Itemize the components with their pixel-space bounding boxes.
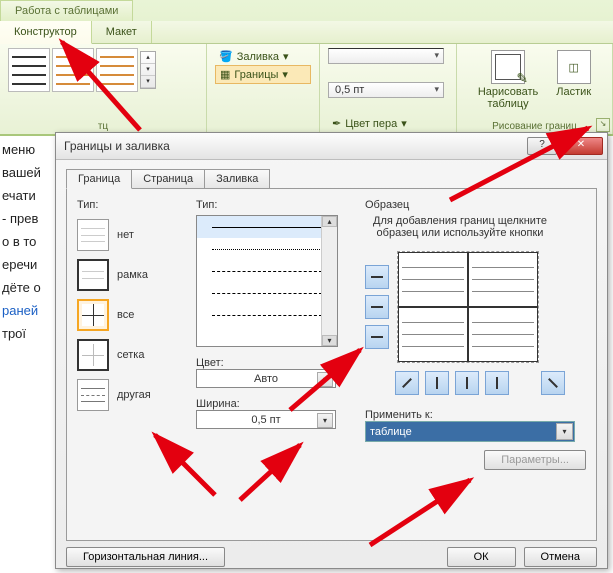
group-draw-borders: ✎ Нарисовать таблицу ◫ Ластик Рисование … <box>457 44 613 134</box>
color-value: Авто <box>254 373 278 385</box>
ribbon-body: ▴▾▾ тц 🪣 Заливка ▾ ▦ Границы ▾ 0,5 пт ✒ … <box>0 44 613 135</box>
dialog-footer: Горизонтальная линия... ОК Отмена <box>56 541 607 573</box>
type-box-icon <box>77 259 109 291</box>
borders-label: Границы <box>234 69 278 81</box>
dialog-titlebar[interactable]: Границы и заливка ? ✕ <box>56 133 607 160</box>
width-value: 0,5 пт <box>251 414 280 426</box>
border-right-button[interactable] <box>485 371 509 395</box>
apply-value: таблице <box>370 426 412 438</box>
type-none-icon <box>77 219 109 251</box>
pen-color-button[interactable]: ✒ Цвет пера ▾ <box>328 115 448 132</box>
pen-color-label: Цвет пера <box>345 118 397 130</box>
preview-h-buttons <box>365 265 389 349</box>
eraser-icon: ◫ <box>557 50 591 84</box>
gallery-spinner[interactable]: ▴▾▾ <box>140 51 156 89</box>
ribbon-tabs: Конструктор Макет <box>0 21 613 44</box>
dialog-tab-border[interactable]: Граница <box>66 169 132 189</box>
group-label-draw: Рисование границ <box>492 121 577 132</box>
border-diag-up-button[interactable] <box>541 371 565 395</box>
style-column: Тип: Цвет: Авто Ширина: 0,5 пт <box>196 199 351 530</box>
style-thumb[interactable] <box>52 48 94 92</box>
group-shading-borders: 🪣 Заливка ▾ ▦ Границы ▾ <box>207 44 320 134</box>
preview-box[interactable] <box>397 251 539 363</box>
apply-label: Применить к: <box>365 409 586 421</box>
type-all[interactable]: все <box>77 299 182 331</box>
pen-weight-dropdown[interactable]: 0,5 пт <box>328 82 444 98</box>
border-middle-button[interactable] <box>365 295 389 319</box>
pen-icon: ✒ <box>332 117 341 130</box>
line-style-listbox[interactable] <box>196 215 338 347</box>
ribbon: Работа с таблицами Конструктор Макет ▴▾▾… <box>0 0 613 136</box>
pen-style-dropdown[interactable] <box>328 48 444 64</box>
preview-header: Образец <box>365 199 586 211</box>
dialog-launcher[interactable]: ↘ <box>596 118 610 132</box>
ok-button[interactable]: ОК <box>447 547 516 567</box>
preview-hint: Для добавления границ щелкните образец и… <box>365 215 555 239</box>
context-tab-table-tools: Работа с таблицами <box>0 0 133 21</box>
border-left-button[interactable] <box>425 371 449 395</box>
shading-label: Заливка <box>237 51 279 63</box>
eraser-button[interactable]: ◫ Ластик <box>550 48 597 112</box>
type-header: Тип: <box>77 199 182 211</box>
dialog-tab-fill[interactable]: Заливка <box>204 169 270 189</box>
draw-table-label: Нарисовать таблицу <box>478 86 538 110</box>
width-label: Ширина: <box>196 398 351 410</box>
type-box[interactable]: рамка <box>77 259 182 291</box>
cancel-button[interactable]: Отмена <box>524 547 597 567</box>
dialog-title: Границы и заливка <box>64 139 170 153</box>
grid-icon: ▦ <box>220 68 230 81</box>
border-diag-down-button[interactable] <box>395 371 419 395</box>
type-custom[interactable]: другая <box>77 379 182 411</box>
type-none[interactable]: нет <box>77 219 182 251</box>
close-button[interactable]: ✕ <box>559 137 603 155</box>
type-all-icon <box>77 299 109 331</box>
type-custom-label: другая <box>117 389 151 401</box>
border-bottom-button[interactable] <box>365 325 389 349</box>
dialog-panel: Тип: нет рамка все сетка <box>66 188 597 541</box>
tab-design[interactable]: Конструктор <box>0 21 92 44</box>
style-header: Тип: <box>196 199 351 211</box>
eraser-label: Ластик <box>556 86 591 98</box>
document-text: менювашейечати- прево в тоеречидёте оран… <box>0 138 57 345</box>
shading-button[interactable]: 🪣 Заливка ▾ <box>215 48 311 65</box>
draw-table-button[interactable]: ✎ Нарисовать таблицу <box>472 48 544 112</box>
type-grid[interactable]: сетка <box>77 339 182 371</box>
type-grid-label: сетка <box>117 349 144 361</box>
bucket-icon: 🪣 <box>219 50 233 63</box>
border-center-button[interactable] <box>455 371 479 395</box>
dialog-tab-page[interactable]: Страница <box>131 169 205 189</box>
type-none-label: нет <box>117 229 134 241</box>
borders-shading-dialog: Границы и заливка ? ✕ Граница Страница З… <box>55 132 608 569</box>
options-button[interactable]: Параметры... <box>484 450 586 470</box>
dialog-tabs: Граница Страница Заливка <box>66 168 607 188</box>
group-pen: 0,5 пт ✒ Цвет пера ▾ <box>320 44 457 134</box>
borders-button[interactable]: ▦ Границы ▾ <box>215 65 311 84</box>
listbox-scrollbar[interactable] <box>321 216 337 346</box>
type-column: Тип: нет рамка все сетка <box>77 199 182 530</box>
help-button[interactable]: ? <box>527 137 557 155</box>
type-box-label: рамка <box>117 269 148 281</box>
tab-layout[interactable]: Макет <box>92 21 152 43</box>
border-top-button[interactable] <box>365 265 389 289</box>
group-table-styles: ▴▾▾ тц <box>0 44 207 134</box>
draw-table-icon: ✎ <box>491 50 525 84</box>
preview-v-buttons <box>395 371 586 395</box>
type-custom-icon <box>77 379 109 411</box>
horizontal-line-button[interactable]: Горизонтальная линия... <box>66 547 225 567</box>
style-gallery[interactable]: ▴▾▾ <box>8 48 198 92</box>
type-grid-icon <box>77 339 109 371</box>
style-thumb[interactable] <box>8 48 50 92</box>
type-all-label: все <box>117 309 134 321</box>
preview-column: Образец Для добавления границ щелкните о… <box>365 199 586 530</box>
width-combo[interactable]: 0,5 пт <box>196 410 336 429</box>
color-label: Цвет: <box>196 357 351 369</box>
apply-to-combo[interactable]: таблице <box>365 421 575 442</box>
color-combo[interactable]: Авто <box>196 369 336 388</box>
group-label-styles: тц <box>8 121 198 132</box>
style-thumb[interactable] <box>96 48 138 92</box>
